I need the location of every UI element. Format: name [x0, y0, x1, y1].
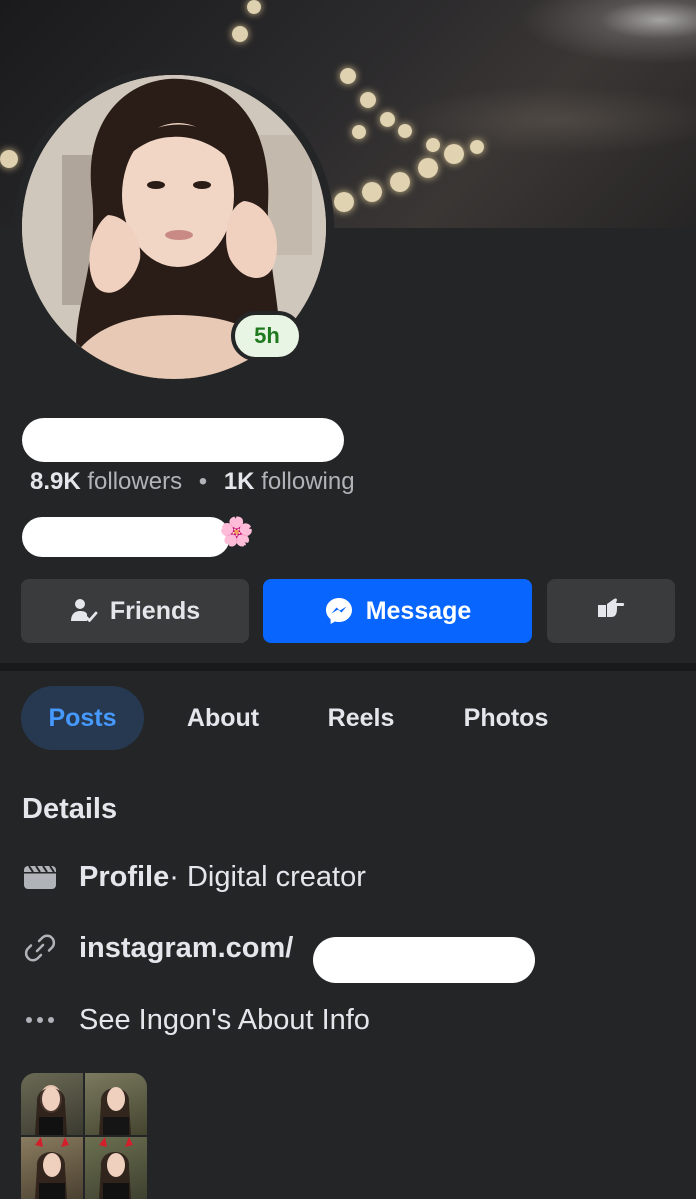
bio-emoji: 🌸 — [219, 516, 254, 547]
story-time-badge[interactable]: 5h — [231, 311, 303, 361]
details-heading: Details — [22, 793, 118, 825]
tab-about[interactable]: About — [160, 686, 286, 750]
photo-thumbnail[interactable] — [21, 1137, 83, 1199]
poke-button[interactable] — [547, 579, 675, 643]
category-bold: Profile — [79, 860, 170, 893]
bokeh-light — [362, 182, 382, 202]
separator-dot: • — [198, 468, 208, 495]
bokeh-light — [247, 0, 261, 14]
category-text: · Digital creator — [169, 860, 366, 893]
bokeh-light — [340, 68, 356, 84]
featured-photos[interactable] — [21, 1073, 147, 1199]
message-label: Message — [365, 596, 472, 625]
see-about-label: See Ingon's About Info — [79, 1003, 370, 1036]
category-row: Profile · Digital creator — [22, 857, 366, 897]
followers-count: 8.9K — [30, 468, 81, 495]
bokeh-light — [426, 138, 440, 152]
bokeh-light — [232, 26, 248, 42]
bokeh-light — [398, 124, 412, 138]
redacted-link — [313, 937, 535, 983]
friends-label: Friends — [109, 596, 201, 625]
following-count: 1K — [223, 468, 255, 495]
bokeh-light — [470, 140, 484, 154]
redacted-profile-name — [22, 418, 344, 462]
bokeh-light — [444, 144, 464, 164]
tab-photos[interactable]: Photos — [436, 686, 576, 750]
bokeh-light — [380, 112, 395, 127]
follow-stats[interactable]: 8.9K followers • 1K following — [30, 468, 355, 496]
tab-reels[interactable]: Reels — [306, 686, 416, 750]
bokeh-light — [334, 192, 354, 212]
photo-thumbnail[interactable] — [85, 1137, 147, 1199]
photo-thumbnail[interactable] — [85, 1073, 147, 1135]
see-about-row[interactable]: See Ingon's About Info — [22, 1000, 370, 1040]
friends-button[interactable]: Friends — [21, 579, 249, 643]
bokeh-light — [0, 150, 18, 168]
bokeh-light — [352, 125, 366, 139]
bokeh-light — [390, 172, 410, 192]
link-icon — [22, 930, 58, 966]
bokeh-light — [360, 92, 376, 108]
message-button[interactable]: Message — [263, 579, 532, 643]
bokeh-light — [418, 158, 438, 178]
clapperboard-icon — [22, 859, 58, 895]
following-label: following — [261, 468, 355, 495]
tab-posts[interactable]: Posts — [21, 686, 144, 750]
link-row[interactable]: instagram.com/ — [22, 928, 293, 968]
more-dots-icon — [22, 1002, 58, 1038]
pointing-hand-icon — [596, 595, 626, 628]
followers-label: followers — [87, 468, 183, 495]
photo-thumbnail[interactable] — [21, 1073, 83, 1135]
redacted-bio — [22, 517, 230, 557]
section-divider — [0, 663, 696, 671]
messenger-icon — [324, 596, 354, 626]
friends-check-icon — [70, 597, 98, 625]
instagram-link[interactable]: instagram.com/ — [79, 932, 293, 965]
